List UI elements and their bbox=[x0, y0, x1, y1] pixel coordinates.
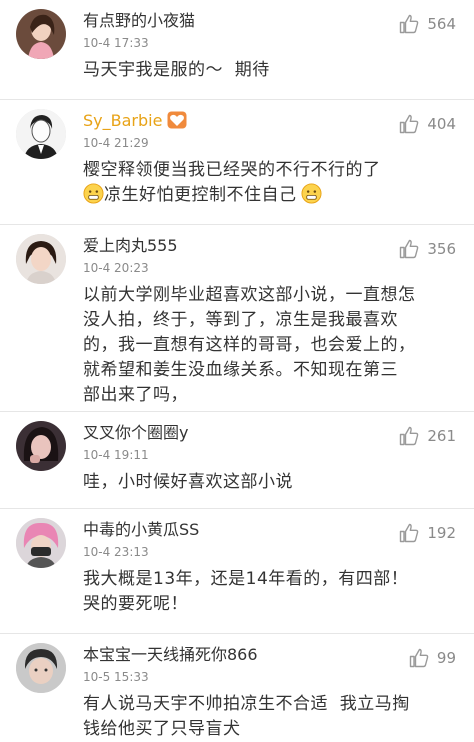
user-avatar[interactable] bbox=[16, 9, 66, 59]
like-count: 404 bbox=[427, 115, 456, 133]
thumbs-up-icon bbox=[400, 239, 419, 259]
comment-item: 爱上肉丸555 10-4 20:23 356 以前大学刚毕业超喜欢这部小说，一直… bbox=[0, 225, 474, 412]
like-button[interactable]: 99 bbox=[409, 648, 456, 668]
comment-text: 有人说马天宇不帅拍凉生不合适 我立马掏 钱给他买了只导盲犬 bbox=[83, 692, 459, 742]
comment-text: 哇，小时候好喜欢这部小说 bbox=[83, 470, 459, 495]
grimace-emoji-icon bbox=[83, 183, 104, 204]
comment-line: 我大概是13年，还是14年看的，有四部！ bbox=[83, 569, 409, 589]
comment-item: 有点野的小夜猫 10-4 17:33 564 马天宇我是服的～ 期待 bbox=[0, 0, 474, 100]
comment-line: 哭的要死呢！ bbox=[83, 594, 188, 614]
comment-time: 10-4 19:11 bbox=[83, 448, 149, 462]
thumbs-up-icon bbox=[400, 14, 419, 34]
comment-item: 中毒的小黄瓜SS 10-4 23:13 192 我大概是13年，还是14年看的，… bbox=[0, 509, 474, 634]
grimace-emoji-icon bbox=[300, 183, 322, 204]
comment-line: 就希望和姜生没血缘关系。不知现在第三 bbox=[83, 360, 398, 380]
user-avatar[interactable] bbox=[16, 234, 66, 284]
thumbs-up-icon bbox=[400, 426, 419, 446]
user-avatar[interactable] bbox=[16, 518, 66, 568]
like-count: 356 bbox=[427, 240, 456, 258]
user-avatar[interactable] bbox=[16, 109, 66, 159]
comment-line: 部出来了吗， bbox=[83, 385, 188, 405]
comment-line: 没人拍，终于，等到了，凉生是我最喜欢 bbox=[83, 310, 398, 330]
username[interactable]: Sy_Barbie bbox=[83, 111, 187, 131]
comment-time: 10-5 15:33 bbox=[83, 670, 149, 684]
like-button[interactable]: 192 bbox=[399, 523, 456, 543]
vip-heart-badge-icon bbox=[167, 111, 187, 129]
user-avatar[interactable] bbox=[16, 643, 66, 693]
thumbs-up-icon bbox=[400, 523, 419, 543]
comment-time: 10-4 21:29 bbox=[83, 136, 149, 150]
username[interactable]: 叉叉你个圈圈y bbox=[83, 423, 188, 443]
like-button[interactable]: 404 bbox=[399, 114, 456, 134]
comment-line: 哇，小时候好喜欢这部小说 bbox=[83, 472, 293, 492]
thumbs-up-icon bbox=[400, 114, 419, 134]
like-button[interactable]: 356 bbox=[399, 239, 456, 259]
comment-line: 马天宇我是服的～ 期待 bbox=[83, 60, 270, 80]
username[interactable]: 中毒的小黄瓜SS bbox=[83, 520, 199, 540]
comment-line: 凉生好怕更控制不住自己 bbox=[104, 185, 297, 205]
like-button[interactable]: 261 bbox=[399, 426, 456, 446]
comment-time: 10-4 20:23 bbox=[83, 261, 149, 275]
comment-text: 以前大学刚毕业超喜欢这部小说，一直想怎 没人拍，终于，等到了，凉生是我最喜欢 的… bbox=[83, 283, 459, 408]
username-text: Sy_Barbie bbox=[83, 111, 163, 130]
username[interactable]: 爱上肉丸555 bbox=[83, 236, 178, 256]
comment-item: 叉叉你个圈圈y 10-4 19:11 261 哇，小时候好喜欢这部小说 bbox=[0, 412, 474, 509]
comment-list: 有点野的小夜猫 10-4 17:33 564 马天宇我是服的～ 期待 Sy_Ba… bbox=[0, 0, 474, 741]
comment-line: 以前大学刚毕业超喜欢这部小说，一直想怎 bbox=[83, 285, 416, 305]
comment-item: Sy_Barbie 10-4 21:29 404 樱空释领便当我已经哭的不行不行… bbox=[0, 100, 474, 225]
like-count: 261 bbox=[427, 427, 456, 445]
username[interactable]: 有点野的小夜猫 bbox=[83, 11, 195, 31]
comment-line: 有人说马天宇不帅拍凉生不合适 我立马掏 bbox=[83, 694, 410, 714]
comment-text: 樱空释领便当我已经哭的不行不行的了 凉生好怕更控制不住自己 bbox=[83, 158, 459, 208]
comment-time: 10-4 17:33 bbox=[83, 36, 149, 50]
comment-line: 樱空释领便当我已经哭的不行不行的了 bbox=[83, 160, 381, 180]
comment-time: 10-4 23:13 bbox=[83, 545, 149, 559]
like-button[interactable]: 564 bbox=[399, 14, 456, 34]
comment-item: 本宝宝一天线捅死你866 10-5 15:33 99 有人说马天宇不帅拍凉生不合… bbox=[0, 634, 474, 741]
like-count: 192 bbox=[427, 524, 456, 542]
like-count: 564 bbox=[427, 15, 456, 33]
comment-line: 钱给他买了只导盲犬 bbox=[83, 719, 241, 739]
username[interactable]: 本宝宝一天线捅死你866 bbox=[83, 645, 258, 665]
comment-line: 的，我一直想有这样的哥哥，也会爱上的， bbox=[83, 335, 416, 355]
comment-text: 我大概是13年，还是14年看的，有四部！ 哭的要死呢！ bbox=[83, 567, 459, 617]
comment-text: 马天宇我是服的～ 期待 bbox=[83, 58, 459, 83]
user-avatar[interactable] bbox=[16, 421, 66, 471]
like-count: 99 bbox=[436, 649, 456, 667]
thumbs-up-icon bbox=[409, 648, 429, 668]
